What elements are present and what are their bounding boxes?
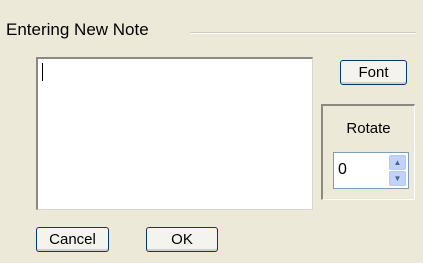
rotate-value[interactable]: 0 (338, 161, 347, 179)
spin-up-icon[interactable]: ▲ (389, 155, 406, 170)
spin-buttons: ▲ ▼ (389, 155, 406, 186)
note-dialog: Entering New Note Font Rotate 0 ▲ ▼ Canc… (0, 0, 423, 263)
font-button[interactable]: Font (340, 60, 407, 85)
spin-down-icon[interactable]: ▼ (389, 171, 406, 186)
cancel-button[interactable]: Cancel (36, 227, 109, 252)
text-caret (42, 63, 43, 81)
rotate-group: Rotate 0 ▲ ▼ (321, 104, 415, 200)
rotate-label: Rotate (346, 120, 391, 137)
ok-button[interactable]: OK (146, 227, 218, 252)
group-title: Entering New Note (6, 20, 153, 40)
rotate-spinner[interactable]: 0 ▲ ▼ (333, 152, 409, 189)
group-divider (190, 32, 416, 34)
note-text-area[interactable] (36, 57, 313, 210)
